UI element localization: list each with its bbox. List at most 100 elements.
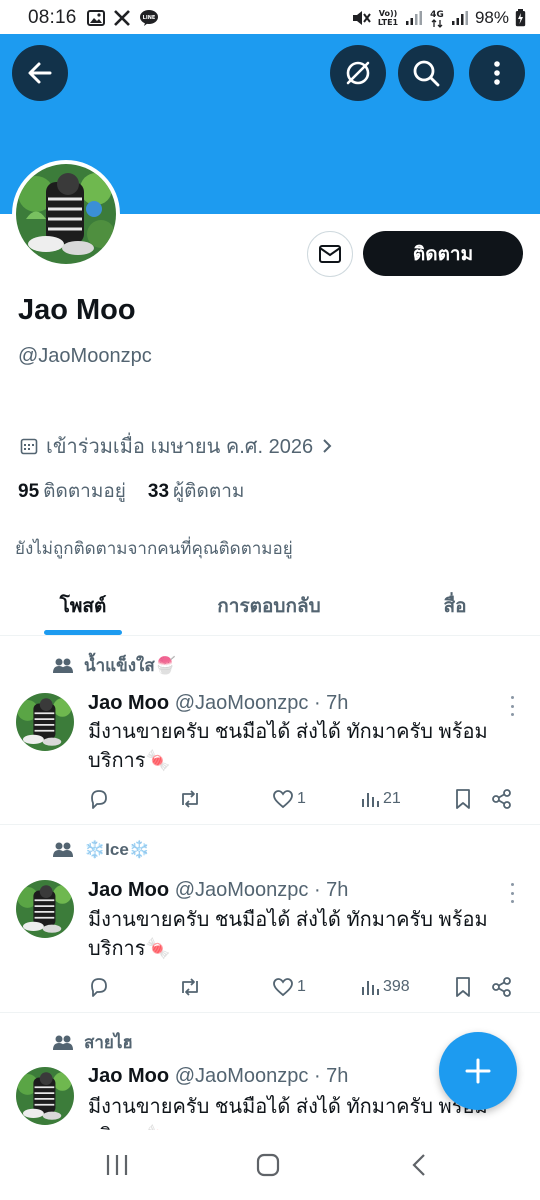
tab-posts[interactable]: โพสต์ (24, 576, 142, 636)
like-count: 1 (297, 790, 306, 807)
following-stat[interactable]: 95 ติดตามอยู่ (18, 476, 126, 506)
joined-text: เข้าร่วมเมื่อ เมษายน ค.ศ. 2026 (46, 436, 314, 458)
post-text: มีงานขายครับ ชนมือได้ ส่งได้ ทักมาครับ พ… (88, 1096, 488, 1130)
post-author-name[interactable]: Jao Moo (88, 692, 169, 714)
post-avatar[interactable] (16, 880, 74, 938)
envelope-icon (319, 245, 341, 263)
avatar-image (16, 1067, 74, 1125)
more-options-button[interactable] (469, 45, 525, 101)
profile-avatar[interactable] (12, 160, 120, 268)
followers-count: 33 (147, 481, 170, 502)
views-button[interactable]: 398 (360, 973, 410, 1001)
battery-charging-icon (515, 9, 526, 27)
signal-icon-2 (451, 10, 469, 26)
follow-button[interactable]: ติดตาม (363, 231, 523, 276)
views-button[interactable]: 21 (360, 785, 401, 813)
recent-apps-button[interactable] (104, 1153, 130, 1182)
profile-name: Jao Moo (18, 294, 136, 326)
community-icon (53, 842, 73, 857)
back-chevron-icon (412, 1154, 425, 1176)
post-actions: 1 21 (88, 785, 520, 813)
search-icon (413, 60, 440, 87)
share-icon (492, 789, 511, 809)
svg-text:Vo)): Vo)) (379, 9, 398, 18)
avatar-image (16, 164, 116, 264)
community-name: น้ำแข็งใส🍧 (84, 656, 176, 675)
more-vertical-icon (494, 61, 500, 85)
avatar-image (16, 880, 74, 938)
post-author-name[interactable]: Jao Moo (88, 879, 169, 901)
plus-icon (465, 1058, 491, 1084)
post-header: Jao Moo @JaoMoonzpc · 7h (88, 1065, 348, 1088)
heart-icon (273, 978, 293, 997)
post-item[interactable]: ❄️Ice❄️ Jao Moo @JaoMoonzpc · 7h มีงานขา… (0, 825, 540, 1013)
system-nav-bar (0, 1130, 540, 1200)
followers-label: ผู้ติดตาม (173, 481, 245, 502)
search-button[interactable] (398, 45, 454, 101)
active-tab-indicator (44, 630, 122, 635)
joined-date[interactable]: เข้าร่วมเมื่อ เมษายน ค.ศ. 2026 (20, 430, 333, 462)
post-text: มีงานขายครับ ชนมือได้ ส่งได้ ทักมาครับ พ… (88, 909, 488, 960)
following-count: 95 (18, 481, 40, 502)
signal-icon (405, 10, 423, 26)
post-community[interactable]: สายไฮ (52, 1029, 133, 1056)
share-button[interactable] (491, 785, 513, 813)
community-icon (53, 1035, 73, 1050)
battery-percent: 98% (474, 8, 509, 27)
recent-apps-icon (106, 1155, 128, 1175)
heart-icon (273, 790, 293, 809)
follow-stats: 95 ติดตามอยู่ 33 ผู้ติดตาม (18, 476, 244, 506)
chevron-right-icon (323, 439, 332, 453)
profile-handle: @JaoMoonzpc (18, 345, 152, 367)
line-app-icon: LINE (139, 9, 159, 27)
status-time: 08:16 (28, 7, 77, 28)
reply-icon (91, 978, 107, 997)
post-avatar[interactable] (16, 693, 74, 751)
avatar-image (16, 693, 74, 751)
following-label: ติดตามอยู่ (43, 481, 126, 502)
like-button[interactable]: 1 (272, 785, 306, 813)
nav-back-button[interactable] (410, 1153, 428, 1182)
back-button[interactable] (12, 45, 68, 101)
volte-icon: Vo)) LTE1 (377, 8, 399, 28)
views-icon (362, 981, 379, 995)
share-button[interactable] (491, 973, 513, 1001)
repost-button[interactable] (178, 785, 202, 813)
post-community[interactable]: ❄️Ice❄️ (52, 840, 150, 860)
post-avatar[interactable] (16, 1067, 74, 1125)
post-actions: 1 398 (88, 973, 520, 1001)
no-signal-icon (346, 61, 370, 85)
reply-button[interactable] (88, 785, 110, 813)
compose-post-button[interactable] (439, 1032, 517, 1110)
community-name: ❄️Ice❄️ (84, 840, 150, 859)
like-button[interactable]: 1 (272, 973, 306, 1001)
bookmark-button[interactable] (454, 785, 472, 813)
no-signal-button[interactable] (330, 45, 386, 101)
repost-button[interactable] (178, 973, 202, 1001)
post-author-name[interactable]: Jao Moo (88, 1065, 169, 1087)
post-handle-time: @JaoMoonzpc · 7h (174, 692, 349, 714)
community-icon (53, 658, 73, 673)
bookmark-button[interactable] (454, 973, 472, 1001)
post-item[interactable]: น้ำแข็งใส🍧 Jao Moo @JaoMoonzpc · 7h มีงา… (0, 636, 540, 825)
home-icon (256, 1153, 280, 1177)
tab-replies[interactable]: การตอบกลับ (190, 576, 348, 636)
views-count: 398 (383, 978, 410, 995)
message-button[interactable] (307, 231, 353, 277)
post-more-button[interactable] (504, 883, 520, 903)
post-more-button[interactable] (504, 696, 520, 716)
post-community[interactable]: น้ำแข็งใส🍧 (52, 652, 176, 679)
network-4g-icon: 4G (429, 8, 445, 28)
profile-tabs: โพสต์ การตอบกลับ สื่อ (0, 576, 540, 636)
post-handle-time: @JaoMoonzpc · 7h (174, 1065, 349, 1087)
reply-button[interactable] (88, 973, 110, 1001)
reply-icon (91, 790, 107, 809)
tab-media[interactable]: สื่อ (420, 576, 490, 636)
home-button[interactable] (256, 1153, 280, 1182)
followers-stat[interactable]: 33 ผู้ติดตาม (148, 476, 244, 506)
repost-icon (182, 790, 198, 808)
mute-icon (351, 9, 371, 27)
arrow-left-icon (28, 62, 52, 84)
post-header: Jao Moo @JaoMoonzpc · 7h (88, 879, 348, 902)
bookmark-icon (456, 789, 470, 809)
